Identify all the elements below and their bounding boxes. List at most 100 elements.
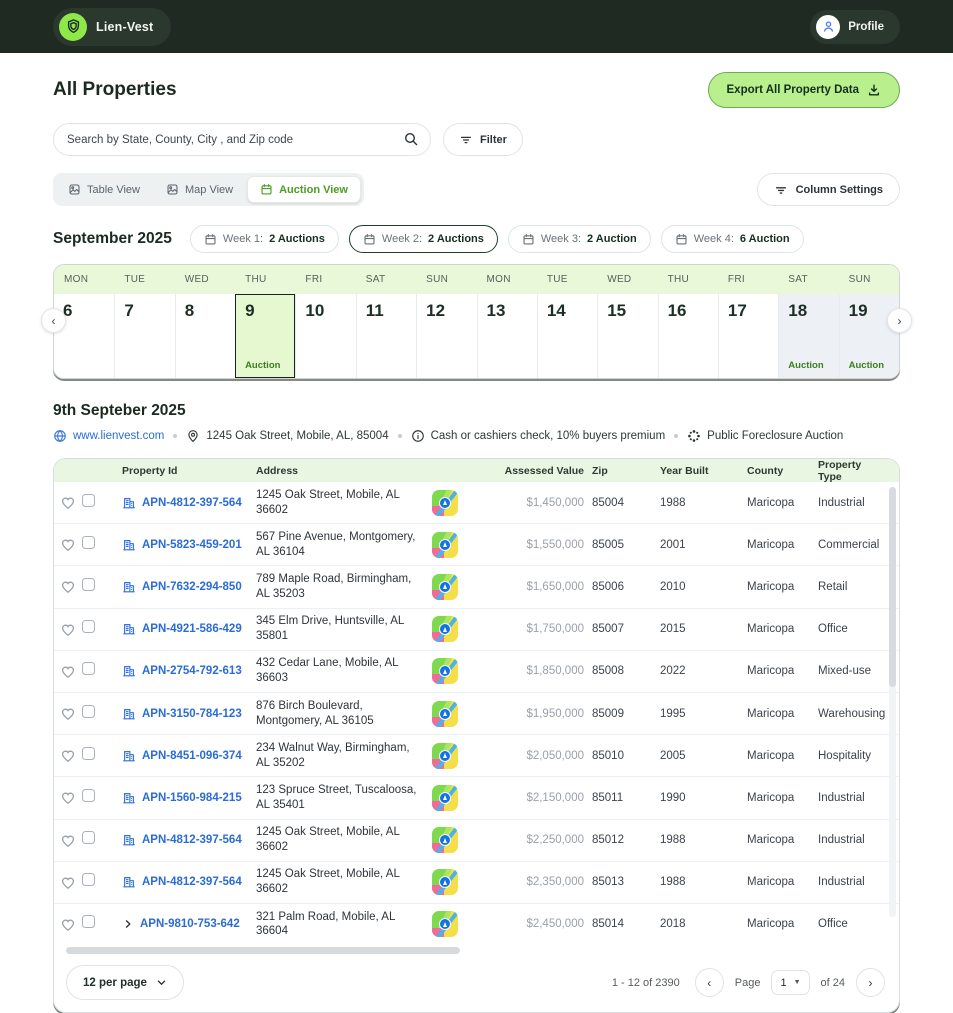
favorite-button[interactable]	[60, 748, 82, 763]
row-checkbox[interactable]	[82, 747, 95, 760]
property-id-link[interactable]: APN-4812-397-564	[142, 834, 242, 846]
profile-button[interactable]: Profile	[810, 10, 900, 44]
vertical-scrollbar-thumb[interactable]	[889, 487, 896, 687]
calendar-day-cell-11[interactable]: 11	[356, 294, 416, 378]
column-header-year-built[interactable]: Year Built	[652, 465, 739, 477]
export-all-button[interactable]: Export All Property Data	[708, 72, 901, 108]
week-pill-4[interactable]: Week 4:6 Auction	[661, 225, 804, 253]
table-row[interactable]: APN-4812-397-5641245 Oak Street, Mobile,…	[54, 820, 899, 862]
calendar-day-cell-6[interactable]: 6	[54, 294, 114, 378]
map-icon[interactable]	[432, 785, 458, 811]
calendar-day-cell-8[interactable]: 8	[175, 294, 235, 378]
calendar-next-button[interactable]: ›	[887, 308, 912, 333]
map-icon[interactable]	[432, 616, 458, 642]
calendar-day-cell-13[interactable]: 13	[477, 294, 537, 378]
calendar-day-cell-7[interactable]: 7	[114, 294, 174, 378]
brand-logo[interactable]: Lien-Vest	[53, 8, 171, 46]
property-id-link[interactable]: APN-8451-096-374	[142, 750, 242, 762]
favorite-button[interactable]	[60, 622, 82, 637]
week-pill-3[interactable]: Week 3:2 Auction	[508, 225, 651, 253]
row-checkbox[interactable]	[82, 536, 95, 549]
row-checkbox[interactable]	[82, 620, 95, 633]
table-row[interactable]: APN-2754-792-613432 Cedar Lane, Mobile, …	[54, 651, 899, 693]
week-pill-2[interactable]: Week 2:2 Auctions	[349, 225, 498, 253]
calendar-day-cell-18[interactable]: 18Auction	[778, 294, 838, 378]
row-checkbox[interactable]	[82, 873, 95, 886]
row-checkbox[interactable]	[82, 494, 95, 507]
calendar-day-cell-10[interactable]: 10	[295, 294, 355, 378]
property-id-link[interactable]: APN-4812-397-564	[142, 497, 242, 509]
table-row[interactable]: APN-7632-294-850789 Maple Road, Birmingh…	[54, 566, 899, 608]
per-page-dropdown[interactable]: 12 per page	[66, 965, 184, 1000]
table-row[interactable]: APN-8451-096-374234 Walnut Way, Birmingh…	[54, 735, 899, 777]
tab-map-view[interactable]: Map View	[154, 177, 245, 202]
map-icon[interactable]	[432, 827, 458, 853]
row-checkbox[interactable]	[82, 662, 95, 675]
row-checkbox[interactable]	[82, 578, 95, 591]
row-checkbox[interactable]	[82, 831, 95, 844]
favorite-button[interactable]	[60, 833, 82, 848]
table-row[interactable]: APN-9810-753-642321 Palm Road, Mobile, A…	[54, 904, 899, 945]
calendar-day-cell-9[interactable]: 9Auction	[235, 294, 295, 378]
column-header-zip[interactable]: Zip	[584, 465, 652, 477]
favorite-button[interactable]	[60, 875, 82, 890]
favorite-button[interactable]	[60, 579, 82, 594]
horizontal-scrollbar[interactable]	[66, 947, 887, 955]
column-settings-button[interactable]: Column Settings	[757, 173, 900, 206]
map-icon[interactable]	[432, 869, 458, 895]
horizontal-scrollbar-thumb[interactable]	[66, 947, 460, 954]
favorite-button[interactable]	[60, 537, 82, 552]
property-id-link[interactable]: APN-4812-397-564	[142, 876, 242, 888]
page-select[interactable]: 1 ▼	[771, 970, 809, 995]
calendar-day-cell-17[interactable]: 17	[718, 294, 778, 378]
row-checkbox[interactable]	[82, 705, 95, 718]
property-id-link[interactable]: APN-1560-984-215	[142, 792, 242, 804]
tab-auction-view[interactable]: Auction View	[247, 176, 361, 203]
property-id-link[interactable]: APN-5823-459-201	[142, 539, 242, 551]
favorite-button[interactable]	[60, 790, 82, 805]
search-icon[interactable]	[403, 131, 419, 147]
column-header-property-type[interactable]: Property Type	[810, 459, 885, 483]
website-link[interactable]: www.lienvest.com	[73, 430, 164, 442]
week-pill-1[interactable]: Week 1:2 Auctions	[190, 225, 339, 253]
property-id-link[interactable]: APN-4921-586-429	[142, 623, 242, 635]
column-header-assessed-value[interactable]: Assessed Value	[484, 465, 584, 477]
calendar-day-cell-15[interactable]: 15	[597, 294, 657, 378]
favorite-button[interactable]	[60, 917, 82, 932]
property-id-link[interactable]: APN-7632-294-850	[142, 581, 242, 593]
favorite-button[interactable]	[60, 495, 82, 510]
table-row[interactable]: APN-4812-397-5641245 Oak Street, Mobile,…	[54, 482, 899, 524]
next-page-button[interactable]: ›	[856, 968, 885, 997]
favorite-button[interactable]	[60, 664, 82, 679]
calendar-day-cell-14[interactable]: 14	[537, 294, 597, 378]
row-checkbox[interactable]	[82, 915, 95, 928]
property-id-link[interactable]: APN-2754-792-613	[142, 665, 242, 677]
table-row[interactable]: APN-3150-784-123876 Birch Boulevard, Mon…	[54, 693, 899, 735]
filter-button[interactable]: Filter	[443, 123, 523, 156]
calendar-day-cell-19[interactable]: 19Auction	[839, 294, 899, 378]
table-row[interactable]: APN-4921-586-429345 Elm Drive, Huntsvill…	[54, 609, 899, 651]
map-icon[interactable]	[432, 701, 458, 727]
expand-chevron-icon[interactable]	[122, 918, 134, 930]
table-row[interactable]: APN-1560-984-215123 Spruce Street, Tusca…	[54, 777, 899, 819]
column-header-address[interactable]: Address	[247, 465, 432, 477]
favorite-button[interactable]	[60, 706, 82, 721]
table-row[interactable]: APN-5823-459-201567 Pine Avenue, Montgom…	[54, 524, 899, 566]
prev-page-button[interactable]: ‹	[695, 968, 724, 997]
property-id-link[interactable]: APN-9810-753-642	[140, 918, 240, 930]
map-icon[interactable]	[432, 574, 458, 600]
map-icon[interactable]	[432, 911, 458, 937]
tab-table-view[interactable]: Table View	[56, 177, 152, 202]
column-header-property-id[interactable]: Property Id	[112, 465, 247, 477]
map-icon[interactable]	[432, 532, 458, 558]
search-input[interactable]	[53, 123, 431, 156]
column-header-county[interactable]: County	[739, 465, 810, 477]
table-row[interactable]: APN-4812-397-5641245 Oak Street, Mobile,…	[54, 862, 899, 904]
map-icon[interactable]	[432, 490, 458, 516]
calendar-day-cell-12[interactable]: 12	[416, 294, 476, 378]
property-id-link[interactable]: APN-3150-784-123	[142, 708, 242, 720]
vertical-scrollbar[interactable]	[889, 487, 896, 917]
map-icon[interactable]	[432, 658, 458, 684]
calendar-day-cell-16[interactable]: 16	[658, 294, 718, 378]
calendar-prev-button[interactable]: ‹	[41, 308, 66, 333]
